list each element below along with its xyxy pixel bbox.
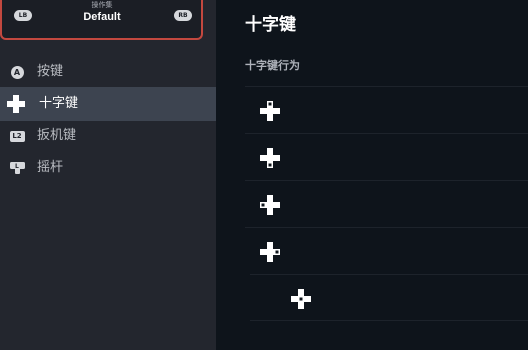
section-label: 十字键行为	[245, 59, 300, 72]
dpad-down-row[interactable]	[245, 133, 528, 180]
sidebar: LB 操作集 Default RB A 按键 十字键 L2 扳机键 L 摇杆	[0, 0, 216, 350]
action-set-caption: 操作集	[91, 1, 113, 9]
svg-text:L: L	[15, 163, 19, 170]
a-button-glyph: A	[10, 65, 24, 79]
a-button-icon: A	[9, 64, 25, 80]
sidebar-item-joystick[interactable]: L 摇杆	[0, 151, 216, 185]
dpad-up-icon	[260, 101, 280, 125]
lb-bumper-icon: LB	[14, 10, 32, 21]
sidebar-item-buttons[interactable]: A 按键	[0, 55, 216, 89]
action-set-selector[interactable]: LB 操作集 Default RB	[0, 0, 203, 40]
l2-trigger-glyph: L2	[9, 130, 25, 142]
sidebar-item-dpad[interactable]: 十字键	[0, 87, 216, 121]
action-set-name: Default	[83, 11, 121, 23]
sidebar-item-label: 扳机键	[37, 128, 77, 143]
dpad-left-icon	[260, 195, 280, 219]
left-stick-icon: L	[9, 160, 25, 176]
dpad-up-row[interactable]	[245, 86, 528, 133]
sidebar-item-label: 摇杆	[37, 160, 64, 175]
sidebar-item-label: 十字键	[39, 96, 79, 111]
sidebar-item-triggers[interactable]: L2 扳机键	[0, 119, 216, 153]
dpad-right-row[interactable]	[245, 227, 528, 274]
dpad-center-icon	[291, 289, 311, 313]
dpad-icon	[7, 95, 25, 113]
dpad-center-row[interactable]	[250, 274, 528, 321]
dpad-down-icon	[260, 148, 280, 172]
sidebar-item-label: 按键	[37, 64, 64, 79]
rb-bumper-icon: RB	[174, 10, 192, 21]
l2-trigger-icon: L2	[9, 128, 25, 144]
page-title: 十字键	[245, 15, 296, 35]
dpad-left-row[interactable]	[245, 180, 528, 227]
row-divider	[250, 320, 528, 321]
dpad-right-icon	[260, 242, 280, 266]
